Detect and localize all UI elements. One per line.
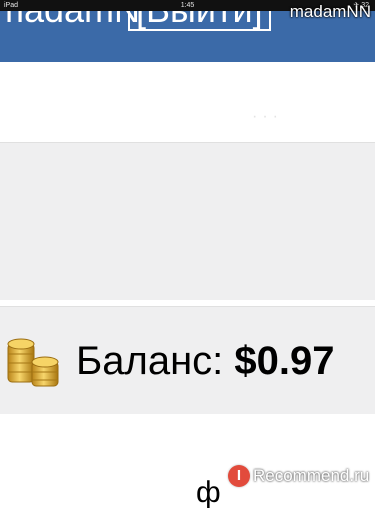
balance-label: Баланс: — [76, 339, 224, 383]
balance-amount: $0.97 — [234, 339, 335, 383]
partial-text: ф — [196, 476, 221, 509]
content-area — [0, 62, 375, 142]
watermark-bottom: I Recommend.ru — [228, 464, 369, 488]
balance-row[interactable]: Баланс: $0.97 — [0, 306, 375, 415]
watermark-top: madamNN — [289, 2, 371, 21]
watermark-text: Recommend.ru — [253, 466, 370, 485]
coins-icon — [7, 338, 59, 387]
faded-dots: ··· — [252, 108, 283, 125]
gray-panel — [0, 142, 375, 302]
recommend-logo-icon: I — [228, 465, 250, 487]
balance-text: Баланс: $0.97 — [76, 339, 335, 384]
logout-button[interactable]: [Выйти] — [128, 11, 271, 31]
username-link[interactable]: madamN — [0, 11, 140, 31]
